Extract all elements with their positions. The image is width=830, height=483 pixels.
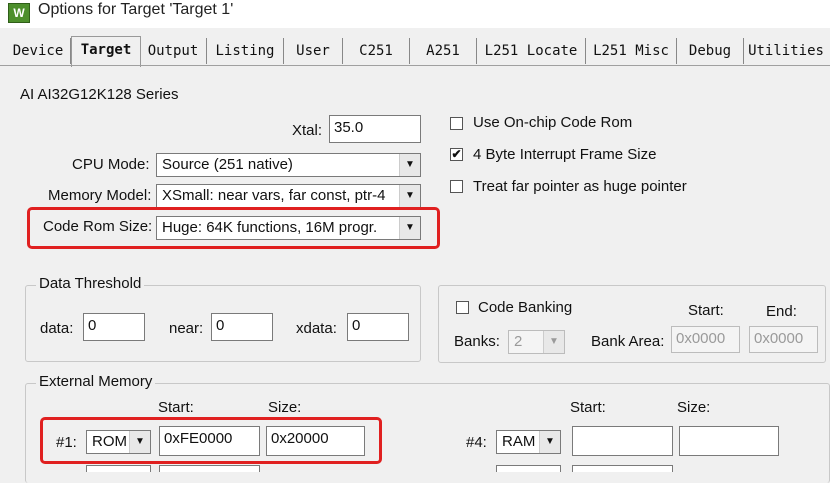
- tab-listing[interactable]: Listing: [207, 38, 284, 64]
- ext-start-label-right: Start:: [570, 399, 606, 416]
- far-pointer-checkbox[interactable]: [450, 180, 463, 193]
- chevron-down-icon: ▼: [543, 331, 564, 353]
- code-banking-label: Code Banking: [478, 299, 573, 316]
- bank-start-label: Start:: [688, 302, 724, 319]
- interrupt-frame-checkbox[interactable]: ✔: [450, 148, 463, 161]
- memory-model-label: Memory Model:: [48, 187, 152, 204]
- ext-row4-type-select[interactable]: RAM ▼: [496, 430, 561, 454]
- tab-l251-locate[interactable]: L251 Locate: [477, 38, 586, 64]
- far-pointer-label: Treat far pointer as huge pointer: [473, 178, 687, 195]
- ext-row1-type-value: ROM: [92, 433, 127, 450]
- chevron-down-icon: ▼: [399, 217, 420, 239]
- ext-size-label-right: Size:: [677, 399, 711, 416]
- cpu-mode-select[interactable]: Source (251 native) ▼: [156, 153, 421, 177]
- code-rom-size-select[interactable]: Huge: 64K functions, 16M progr. ▼: [156, 216, 421, 240]
- ext-row4-size-input[interactable]: [679, 426, 779, 456]
- onchip-rom-label: Use On-chip Code Rom: [473, 114, 633, 131]
- tab-user[interactable]: User: [284, 38, 343, 64]
- cpu-mode-label: CPU Mode:: [72, 156, 150, 173]
- data-label: data:: [40, 320, 74, 337]
- xtal-input[interactable]: 35.0: [329, 115, 421, 143]
- ext-start-label-left: Start:: [158, 399, 194, 416]
- tab-strip: Device Target Output Listing User C251 A…: [0, 36, 830, 67]
- chevron-down-icon: ▼: [399, 185, 420, 207]
- bank-end-input[interactable]: 0x0000: [749, 326, 818, 353]
- bank-area-label: Bank Area:: [591, 333, 665, 350]
- device-series-label: AI AI32G12K128 Series: [20, 86, 179, 103]
- memory-model-select[interactable]: XSmall: near vars, far const, ptr-4 ▼: [156, 184, 421, 208]
- data-threshold-title: Data Threshold: [36, 275, 145, 292]
- ext-row2-start-input-partial[interactable]: [159, 465, 260, 472]
- tab-divider: [0, 65, 830, 66]
- ext-row1-type-select[interactable]: ROM ▼: [86, 430, 151, 454]
- code-banking-checkbox[interactable]: [456, 301, 469, 314]
- interrupt-frame-label: 4 Byte Interrupt Frame Size: [473, 146, 657, 163]
- chevron-down-icon: ▼: [129, 431, 150, 453]
- tab-device[interactable]: Device: [6, 38, 71, 64]
- ext-row4-type-value: RAM: [502, 433, 536, 450]
- bank-start-input[interactable]: 0x0000: [671, 326, 740, 353]
- window-title: Options for Target 'Target 1': [38, 1, 234, 18]
- ext-row5-start-input-partial[interactable]: [572, 465, 673, 472]
- banks-label: Banks:: [454, 333, 500, 350]
- tab-c251[interactable]: C251: [343, 38, 410, 64]
- ext-size-label-left: Size:: [268, 399, 302, 416]
- memory-model-value: XSmall: near vars, far const, ptr-4: [162, 187, 386, 204]
- external-memory-title: External Memory: [36, 373, 156, 390]
- xdata-label: xdata:: [296, 320, 337, 337]
- ext-row5-type-select-partial[interactable]: [496, 465, 561, 472]
- tab-debug[interactable]: Debug: [677, 38, 744, 64]
- tab-output[interactable]: Output: [140, 38, 207, 64]
- bank-end-label: End:: [766, 303, 797, 320]
- cpu-mode-value: Source (251 native): [162, 156, 293, 173]
- ext-row2-type-select-partial[interactable]: [86, 465, 151, 472]
- ext-row1-size-input[interactable]: 0x20000: [266, 426, 365, 456]
- tab-utilities[interactable]: Utilities: [744, 38, 828, 64]
- tab-a251[interactable]: A251: [410, 38, 477, 64]
- ext-row4-label: #4:: [466, 434, 487, 451]
- near-input[interactable]: 0: [211, 313, 273, 341]
- title-bar: W Options for Target 'Target 1': [0, 0, 830, 28]
- app-icon: W: [8, 3, 30, 23]
- code-rom-size-label: Code Rom Size:: [43, 218, 153, 235]
- tab-l251-misc[interactable]: L251 Misc: [586, 38, 677, 64]
- xtal-label: Xtal:: [292, 122, 323, 139]
- ext-row1-label: #1:: [56, 434, 77, 451]
- banks-select[interactable]: 2 ▼: [508, 330, 565, 354]
- tab-target[interactable]: Target: [71, 36, 141, 67]
- onchip-rom-checkbox[interactable]: [450, 117, 463, 130]
- xdata-input[interactable]: 0: [347, 313, 409, 341]
- chevron-down-icon: ▼: [399, 154, 420, 176]
- code-rom-size-value: Huge: 64K functions, 16M progr.: [162, 219, 378, 236]
- banks-value: 2: [514, 333, 523, 350]
- ext-row4-start-input[interactable]: [572, 426, 673, 456]
- chevron-down-icon: ▼: [539, 431, 560, 453]
- near-label: near:: [169, 320, 204, 337]
- data-input[interactable]: 0: [83, 313, 145, 341]
- ext-row1-start-input[interactable]: 0xFE0000: [159, 426, 260, 456]
